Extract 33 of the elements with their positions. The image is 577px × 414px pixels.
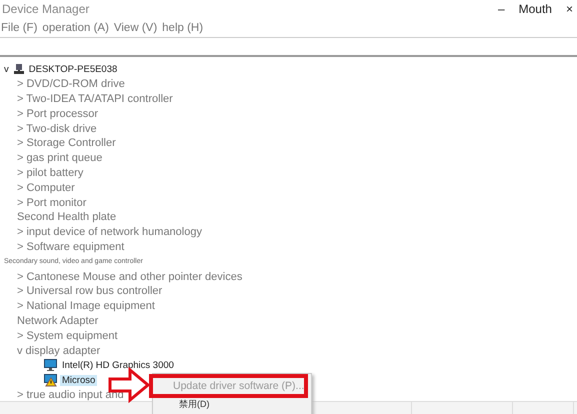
menu-item[interactable]: help (H)	[162, 22, 204, 34]
tree-item[interactable]: > pilot battery	[17, 166, 84, 179]
tree-item[interactable]: > DVD/CD-ROM drive	[17, 78, 125, 90]
minimize-button[interactable]: –	[498, 2, 505, 16]
close-button[interactable]: ×	[566, 2, 573, 16]
tree-item[interactable]: v display adapter	[17, 344, 100, 357]
tree-item[interactable]: > Port processor	[17, 108, 98, 120]
tree-item[interactable]: DESKTOP-PE5E038	[28, 64, 118, 75]
menu-item[interactable]: 禁用(D)	[153, 396, 311, 413]
maximize-button[interactable]: Mouth	[518, 2, 552, 16]
tree-item[interactable]: > Universal row bus controller	[17, 285, 162, 298]
tree-item[interactable]: > gas print queue	[17, 152, 102, 164]
menu-item[interactable]: View (V)	[114, 22, 158, 34]
expand-toggle[interactable]: v	[4, 64, 9, 75]
tree-item[interactable]: > System equipment	[17, 330, 118, 342]
tree-item[interactable]: > Cantonese Mouse and other pointer devices	[17, 270, 242, 283]
computer-icon	[12, 63, 25, 76]
tree-item[interactable]: Microso	[60, 374, 98, 386]
menu-item[interactable]: Update driver software (P)...	[151, 376, 306, 396]
menu-item[interactable]: operation (A)	[42, 22, 109, 34]
tree-item[interactable]: Intel(R) HD Graphics 3000	[60, 360, 176, 371]
tree-item[interactable]: > Port monitor	[17, 196, 86, 209]
tree-item[interactable]: > Two-IDEA TA/ATAPI controller	[17, 92, 173, 105]
window-title: Device Manager	[2, 2, 90, 16]
tree-item[interactable]: Second Health plate	[17, 211, 116, 224]
tree-item[interactable]: > Storage Controller	[17, 137, 116, 150]
tree-item[interactable]: Network Adapter	[17, 314, 98, 327]
menu-item[interactable]: File (F)	[1, 22, 38, 34]
tree-item[interactable]: > Computer	[17, 182, 75, 194]
tree-item[interactable]: > Two-disk drive	[17, 122, 97, 135]
tree-item[interactable]: > input device of network humanology	[17, 226, 202, 238]
tree-item[interactable]: > National Image equipment	[17, 300, 155, 312]
tree-item[interactable]: > Software equipment	[17, 240, 124, 253]
